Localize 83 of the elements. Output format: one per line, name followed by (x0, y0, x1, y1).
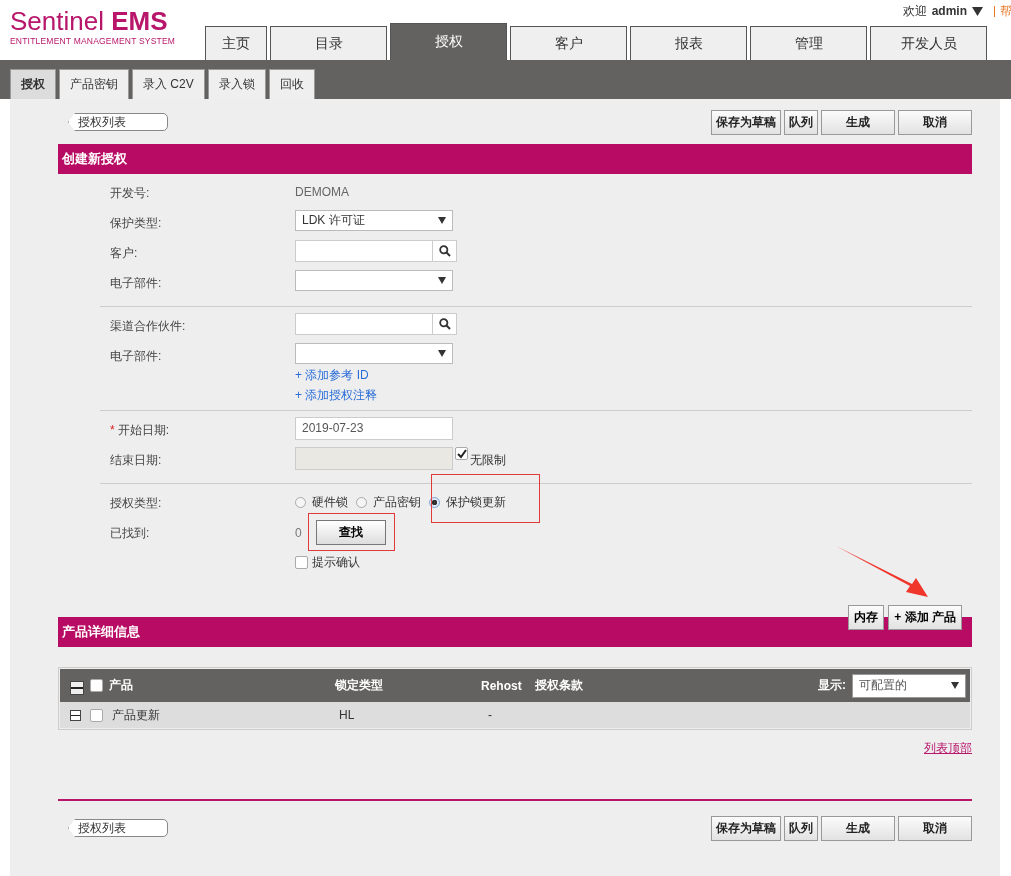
checkbox-label: 提示确认 (312, 554, 360, 571)
add-link[interactable]: + 添加参考 ID (295, 367, 972, 384)
caret-icon (951, 682, 959, 689)
select-field[interactable] (295, 270, 453, 291)
found-count: 0 (295, 525, 302, 540)
field-label: 客户: (110, 246, 138, 260)
toolbar-button[interactable]: 队列 (784, 815, 818, 841)
nav-tab[interactable]: 目录 (270, 26, 387, 60)
section-header: 创建新授权 (58, 144, 972, 174)
product-button[interactable]: 内存 (848, 605, 885, 630)
toolbar-button[interactable]: 取消 (898, 815, 972, 841)
checkbox[interactable] (295, 556, 308, 569)
radio-label: 产品密钥 (373, 494, 421, 511)
required-mark: * (110, 423, 115, 437)
field-label: 渠道合作伙件: (110, 319, 186, 333)
toolbar-button[interactable]: 生成 (821, 815, 895, 841)
toolbar-button[interactable]: 生成 (821, 109, 895, 135)
radio-button[interactable] (356, 497, 367, 508)
caret-icon (438, 350, 446, 357)
caret-icon (438, 277, 446, 284)
radio-button[interactable] (295, 497, 306, 508)
sub-tab[interactable]: 录入 C2V (132, 69, 205, 99)
nav-tab[interactable]: 开发人员 (870, 26, 987, 60)
caret-icon (438, 217, 446, 224)
checkbox[interactable] (90, 679, 103, 692)
field-label: 电子部件: (110, 276, 162, 290)
sub-tab[interactable]: 授权 (10, 69, 56, 99)
user-menu[interactable]: admin (931, 4, 967, 18)
column-header: 产品 (109, 677, 134, 694)
column-header: 授权条款 (535, 677, 583, 694)
sub-tab[interactable]: 回收 (268, 69, 315, 99)
radio-button[interactable] (429, 497, 440, 508)
search-field[interactable] (295, 313, 433, 335)
sub-tab[interactable]: 产品密钥 (59, 69, 129, 99)
table-cell-text: 产品更新 (112, 706, 161, 724)
radio-label: 硬件锁 (312, 494, 348, 511)
greeting: 欢迎 (902, 2, 927, 20)
logo-subtitle: ENTITLEMENT MANAGEMENT SYSTEM (10, 36, 177, 46)
collapse-icon[interactable] (70, 709, 81, 721)
select-field[interactable]: LDK 许可证 (295, 210, 453, 231)
display-label: 显示: (818, 677, 846, 694)
field-label: 授权类型: (110, 496, 162, 510)
toolbar-button[interactable]: 保存为草稿 (711, 815, 781, 841)
search-field[interactable] (295, 240, 433, 262)
nav-tab[interactable]: 主页 (205, 26, 267, 60)
date-field[interactable]: 2019-07-23 (295, 417, 453, 440)
search-button[interactable] (433, 313, 457, 335)
column-header: Rehost (481, 678, 523, 693)
search-button[interactable] (433, 240, 457, 262)
toolbar-button[interactable]: 保存为草稿 (711, 109, 781, 135)
checkbox-label: 无限制 (470, 452, 506, 469)
product-button[interactable]: + 添加 产品 (888, 605, 962, 630)
field-label: 已找到: (110, 526, 150, 540)
field-label: 结束日期: (110, 453, 162, 467)
field-label: 开发号: (110, 186, 150, 200)
toolbar-button[interactable]: 队列 (784, 109, 818, 135)
caret-icon[interactable] (972, 6, 983, 16)
nav-tab[interactable]: 客户 (510, 26, 627, 60)
nav-tab[interactable]: 授权 (390, 23, 507, 60)
field-label: 保护类型: (110, 216, 162, 230)
nav-tab[interactable]: 报表 (630, 26, 747, 60)
back-link[interactable]: 授权列表 (68, 113, 168, 131)
column-header: 锁定类型 (335, 677, 384, 694)
field-label: 电子部件: (110, 349, 162, 363)
display-select[interactable]: 可配置的 (852, 673, 966, 698)
collapse-icon[interactable] (70, 680, 84, 695)
checkbox[interactable] (90, 708, 103, 722)
field-label: 开始日期: (117, 423, 169, 437)
find-button[interactable]: 查找 (315, 520, 386, 545)
field-value: DEMOMA (295, 184, 350, 199)
radio-label: 保护锁更新 (446, 494, 506, 511)
search-icon (438, 245, 451, 257)
nav-tab[interactable]: 管理 (750, 26, 867, 60)
sub-tab[interactable]: 录入锁 (207, 69, 266, 99)
select-field[interactable] (295, 343, 453, 364)
search-icon (438, 318, 451, 330)
table-cell-text: - (488, 708, 493, 722)
back-link[interactable]: 授权列表 (68, 819, 168, 837)
toolbar-button[interactable]: 取消 (898, 109, 972, 135)
logo-title: Sentinel EMS (10, 6, 169, 36)
add-link[interactable]: + 添加授权注释 (295, 387, 972, 404)
top-link[interactable]: 列表顶部 (924, 740, 972, 757)
table-cell-text: HL (339, 708, 356, 722)
